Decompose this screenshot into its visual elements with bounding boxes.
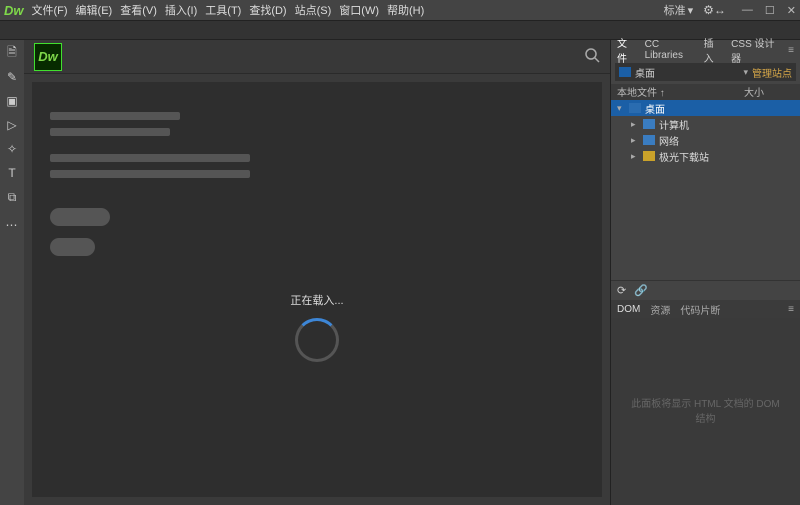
tab-files[interactable]: 文件	[617, 35, 635, 65]
tab-insert[interactable]: 插入	[704, 35, 722, 65]
menu-insert[interactable]: 插入(I)	[165, 2, 197, 18]
dom-panel-hint: 此面板将显示 HTML 文档的 DOM 结构	[611, 318, 800, 505]
panel-tabs-top: 文件 CC Libraries 插入 CSS 设计器 ≡	[611, 40, 800, 60]
tree-label: 网络	[659, 133, 679, 148]
document-toolbar	[0, 20, 800, 40]
start-screen: 正在载入...	[32, 82, 602, 497]
tree-root-desktop[interactable]: ▾ 桌面	[611, 100, 800, 116]
link-icon[interactable]: 🔗	[634, 284, 648, 297]
brush-icon[interactable]: ✎	[5, 70, 19, 84]
menu-bar: Dw 文件(F) 编辑(E) 查看(V) 插入(I) 工具(T) 查找(D) 站…	[0, 0, 800, 20]
site-dropdown-label: 桌面	[635, 65, 655, 80]
tab-assets[interactable]: 资源	[650, 302, 670, 317]
files-tree-empty	[611, 170, 800, 280]
tree-item-computer[interactable]: ▸ 计算机	[611, 116, 800, 132]
folder-icon	[643, 151, 655, 161]
sync-settings-icon[interactable]: ⚙↔	[703, 3, 726, 17]
workspace-switcher[interactable]: 标准 ▾	[664, 2, 694, 18]
document-icon[interactable]: 🗎	[5, 46, 19, 60]
tree-label: 极光下载站	[659, 149, 709, 164]
preview-icon[interactable]: ▷	[5, 118, 19, 132]
right-panel-group: 文件 CC Libraries 插入 CSS 设计器 ≡ 桌面 ▾ 管理站点 本…	[610, 40, 800, 505]
loading-indicator: 正在载入...	[32, 292, 602, 362]
minimize-button[interactable]: —	[742, 4, 753, 17]
expand-toggle-icon[interactable]: ▸	[631, 119, 639, 130]
more-tools-icon[interactable]: ⋯	[5, 218, 19, 232]
files-column-headers: 本地文件 ↑ 大小	[611, 84, 800, 100]
desktop-icon	[619, 67, 631, 77]
loading-text: 正在载入...	[290, 295, 343, 307]
tree-item-folder[interactable]: ▸ 极光下载站	[611, 148, 800, 164]
tree-label: 计算机	[659, 117, 689, 132]
menu-find[interactable]: 查找(D)	[249, 2, 286, 18]
expand-toggle-icon[interactable]: ▸	[631, 151, 639, 162]
tab-dom[interactable]: DOM	[617, 304, 640, 315]
left-tool-rail: 🗎 ✎ ▣ ▷ ✧ T ⧉ ⋯	[0, 40, 24, 505]
main-menu: 文件(F) 编辑(E) 查看(V) 插入(I) 工具(T) 查找(D) 站点(S…	[32, 2, 425, 18]
menu-site[interactable]: 站点(S)	[295, 2, 332, 18]
expand-toggle-icon[interactable]: ▸	[631, 135, 639, 146]
col-local-files[interactable]: 本地文件 ↑	[617, 84, 744, 100]
start-skeleton	[32, 82, 602, 268]
panel-menu-icon[interactable]: ≡	[788, 304, 794, 315]
col-size[interactable]: 大小	[744, 84, 794, 100]
inspect-icon[interactable]: ▣	[5, 94, 19, 108]
menu-edit[interactable]: 编辑(E)	[76, 2, 113, 18]
menu-tools[interactable]: 工具(T)	[205, 2, 241, 18]
tree-item-network[interactable]: ▸ 网络	[611, 132, 800, 148]
tab-snippets[interactable]: 代码片断	[680, 302, 720, 317]
maximize-button[interactable]: ☐	[765, 4, 775, 17]
tree-label: 桌面	[645, 101, 665, 116]
network-icon	[643, 135, 655, 145]
spinner-icon	[295, 318, 339, 362]
workspace-label: 标准	[664, 2, 686, 18]
copy-icon[interactable]: ⧉	[5, 190, 19, 204]
type-icon[interactable]: T	[5, 166, 19, 180]
menu-file[interactable]: 文件(F)	[32, 2, 68, 18]
document-tab-bar: Dw	[24, 40, 610, 74]
panel-menu-icon[interactable]: ≡	[788, 45, 794, 56]
panel-tabs-bottom: DOM 资源 代码片断 ≡	[611, 300, 800, 318]
menu-view[interactable]: 查看(V)	[120, 2, 157, 18]
search-icon[interactable]	[584, 47, 600, 66]
files-tree: ▾ 桌面 ▸ 计算机 ▸ 网络 ▸ 极光下载站	[611, 100, 800, 170]
wand-icon[interactable]: ✧	[5, 142, 19, 156]
close-button[interactable]: ✕	[787, 4, 796, 17]
refresh-icon[interactable]: ⟳	[617, 284, 626, 297]
menu-window[interactable]: 窗口(W)	[339, 2, 379, 18]
dw-logo-tile: Dw	[34, 43, 62, 71]
menu-help[interactable]: 帮助(H)	[387, 2, 424, 18]
app-brand: Dw	[4, 3, 24, 18]
tab-cc-libraries[interactable]: CC Libraries	[645, 39, 694, 61]
chevron-down-icon: ▾	[688, 4, 694, 17]
chevron-down-icon: ▾	[743, 67, 748, 78]
site-dropdown[interactable]: 桌面 ▾ 管理站点	[615, 63, 796, 81]
computer-icon	[643, 119, 655, 129]
manage-sites-link[interactable]: 管理站点	[752, 65, 792, 80]
desktop-icon	[629, 103, 641, 113]
tab-css-designer[interactable]: CSS 设计器	[731, 35, 778, 65]
expand-toggle-icon[interactable]: ▾	[617, 103, 625, 114]
files-panel-toolbar: ⟳ 🔗	[611, 280, 800, 300]
